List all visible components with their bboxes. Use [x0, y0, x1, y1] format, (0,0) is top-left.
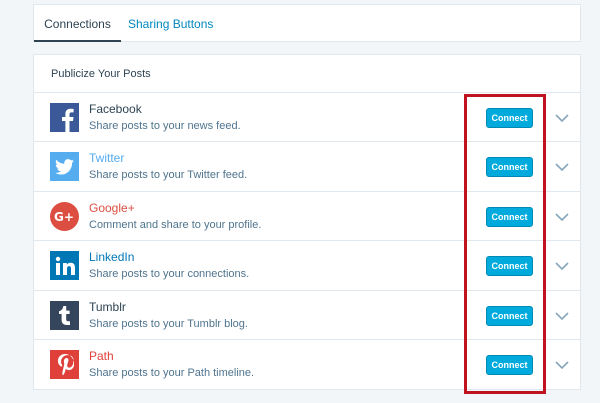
connect-linkedin-button[interactable]: Connect: [486, 256, 533, 277]
tab-connections[interactable]: Connections: [34, 5, 121, 42]
service-name: LinkedIn: [89, 250, 135, 265]
service-name: Google+: [89, 200, 135, 215]
connect-path-button[interactable]: Connect: [486, 354, 533, 375]
linkedin-icon: [50, 251, 79, 281]
section-tabs: Connections Sharing Buttons: [33, 4, 581, 42]
tab-sharing-buttons[interactable]: Sharing Buttons: [128, 5, 213, 42]
chevron-down-icon[interactable]: [554, 308, 570, 324]
service-row-linkedin: LinkedIn Share posts to your connections…: [34, 241, 580, 291]
service-row-google-plus: G+ Google+ Comment and share to your pro…: [34, 192, 580, 242]
service-description: Share posts to your Twitter feed.: [89, 169, 248, 182]
chevron-down-icon[interactable]: [554, 159, 570, 175]
service-description: Comment and share to your profile.: [89, 218, 262, 231]
facebook-icon: [50, 103, 79, 132]
panel-title: Publicize Your Posts: [34, 55, 580, 93]
chevron-down-icon[interactable]: [554, 258, 570, 274]
connect-twitter-button[interactable]: Connect: [486, 157, 533, 178]
service-row-path: Path Share posts to your Path timeline. …: [34, 340, 580, 389]
service-description: Share posts to your Tumblr blog.: [89, 317, 248, 330]
connect-facebook-button[interactable]: Connect: [486, 108, 533, 128]
service-name: Twitter: [89, 151, 125, 166]
svg-text:G+: G+: [54, 210, 74, 223]
twitter-icon: [50, 152, 79, 182]
connect-google-plus-button[interactable]: Connect: [486, 206, 533, 227]
connect-tumblr-button[interactable]: Connect: [486, 305, 533, 326]
service-description: Share posts to your Path timeline.: [89, 366, 255, 379]
service-name: Path: [89, 348, 114, 363]
google-plus-icon: G+: [50, 201, 79, 231]
publicize-panel: Publicize Your Posts Facebook Share post…: [33, 54, 581, 390]
service-description: Share posts to your news feed.: [89, 120, 241, 132]
service-description: Share posts to your connections.: [89, 268, 250, 281]
chevron-down-icon[interactable]: [554, 209, 570, 225]
path-icon: [50, 349, 79, 379]
service-row-twitter: Twitter Share posts to your Twitter feed…: [34, 142, 580, 192]
service-name: Facebook: [89, 102, 142, 116]
chevron-down-icon[interactable]: [554, 110, 570, 126]
chevron-down-icon[interactable]: [554, 357, 570, 373]
service-row-facebook: Facebook Share posts to your news feed. …: [34, 93, 580, 143]
service-name: Tumblr: [89, 299, 126, 314]
tumblr-icon: [50, 300, 79, 330]
service-row-tumblr: Tumblr Share posts to your Tumblr blog. …: [34, 291, 580, 340]
